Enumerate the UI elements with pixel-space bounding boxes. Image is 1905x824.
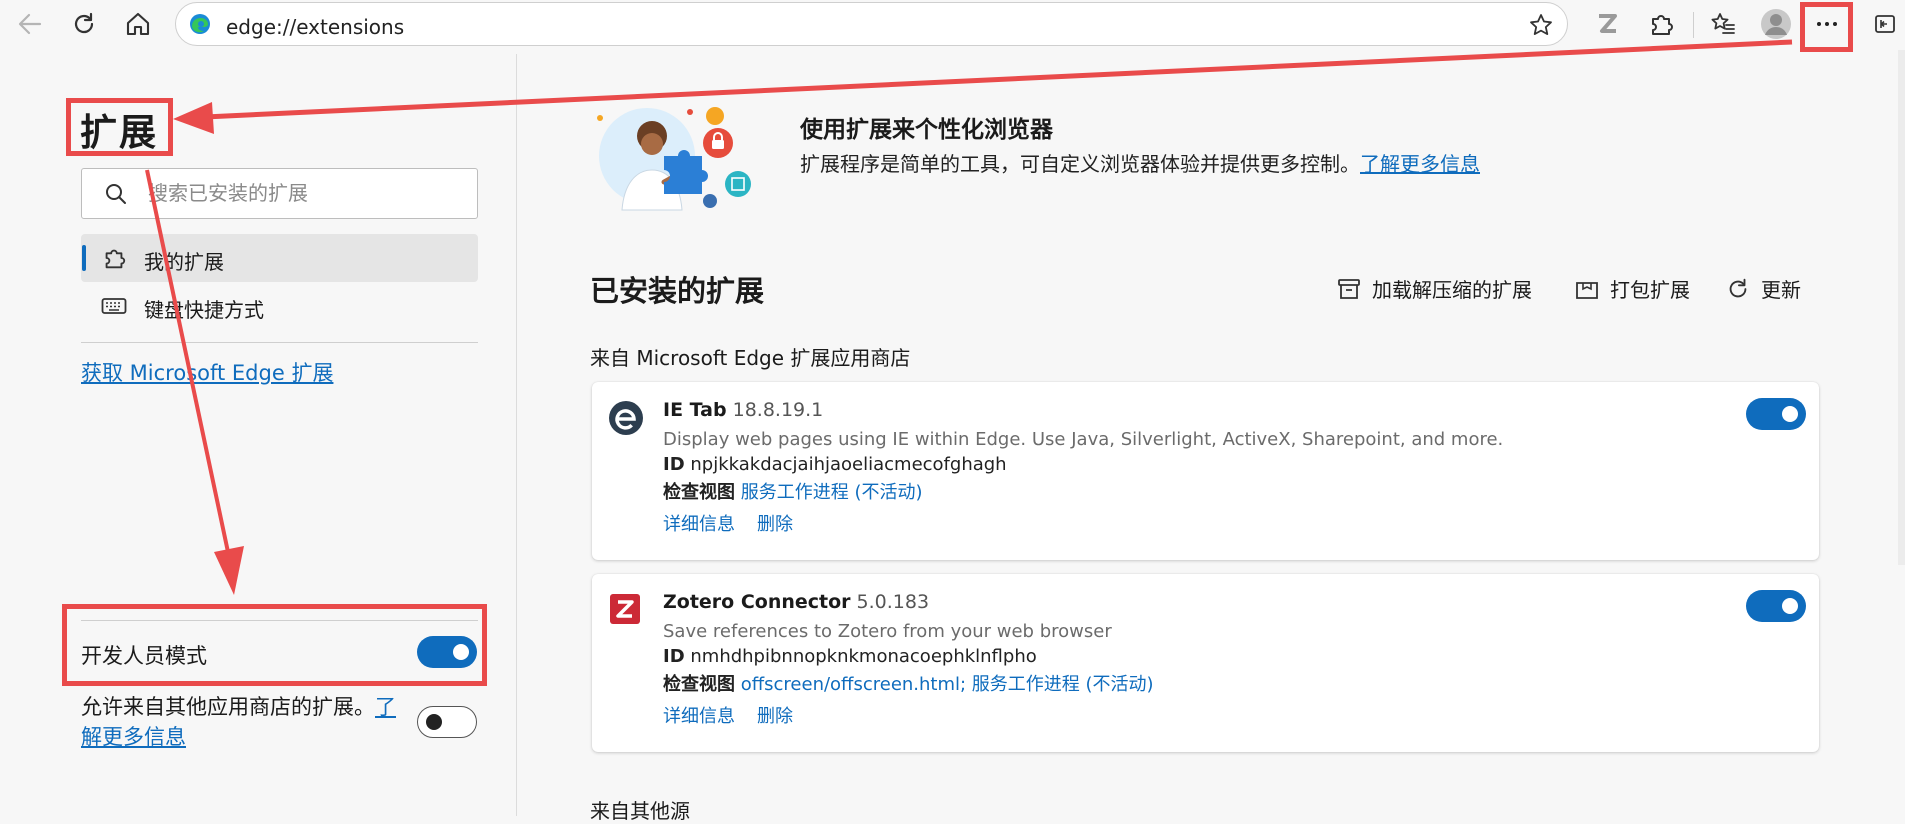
banner-learn-more-link[interactable]: 了解更多信息 xyxy=(1360,152,1480,176)
home-icon xyxy=(126,12,150,36)
pack-box-icon xyxy=(1576,281,1598,299)
toggle-knob xyxy=(1782,406,1798,422)
extension-card-ie-tab: IE Tab 18.8.19.1 Display web pages using … xyxy=(592,382,1819,560)
ie-tab-logo-icon xyxy=(609,401,643,435)
extension-description: Display web pages using IE within Edge. … xyxy=(663,429,1504,450)
id-label: ID xyxy=(663,646,685,667)
banner-description: 扩展程序是简单的工具，可自定义浏览器体验并提供更多控制。了解更多信息 xyxy=(800,148,1480,177)
refresh-icon xyxy=(1729,278,1747,297)
allow-other-stores-label: 允许来自其他应用商店的扩展。 xyxy=(81,695,375,719)
toggle-knob xyxy=(1782,598,1798,614)
details-link[interactable]: 详细信息 xyxy=(663,702,735,728)
extension-id: nmhdhpibnnopknkmonacoephklnflpho xyxy=(690,646,1037,667)
toggle-knob xyxy=(426,714,442,730)
extension-name-text: IE Tab xyxy=(663,399,727,421)
puzzle-icon xyxy=(1652,15,1673,35)
inspect-views-label: 检查视图 xyxy=(663,674,735,695)
refresh-icon xyxy=(74,12,94,34)
inspect-views-label: 检查视图 xyxy=(663,482,735,503)
pack-extension-label: 打包扩展 xyxy=(1610,278,1690,302)
banner-text: 扩展程序是简单的工具，可自定义浏览器体验并提供更多控制。 xyxy=(800,152,1360,176)
search-input[interactable] xyxy=(148,181,468,205)
extension-name-text: Zotero Connector xyxy=(663,591,851,613)
arrowhead-title xyxy=(173,102,214,134)
annotation-arrow-to-title xyxy=(204,39,1793,120)
search-icon xyxy=(106,184,126,204)
extensions-illustration xyxy=(597,107,751,211)
search-box[interactable] xyxy=(81,168,478,219)
inspect-views-link[interactable]: offscreen/offscreen.html; 服务工作进程 (不活动) xyxy=(741,674,1154,695)
banner-title: 使用扩展来个性化浏览器 xyxy=(800,117,1053,143)
get-extensions-link[interactable]: 获取 Microsoft Edge 扩展 xyxy=(81,357,333,387)
load-unpacked-label: 加载解压缩的扩展 xyxy=(1372,278,1532,302)
profile-button[interactable] xyxy=(1756,4,1796,44)
installed-extensions-heading: 已安装的扩展 xyxy=(590,274,765,308)
extensions-button[interactable] xyxy=(1641,4,1681,44)
browser-toolbar: edge://extensions xyxy=(0,0,1905,565)
update-button[interactable]: 更新 xyxy=(1725,274,1801,303)
extension-version: 5.0.183 xyxy=(856,591,930,613)
extension-actions: 详细信息 删除 xyxy=(663,702,793,728)
archive-box-icon xyxy=(1338,278,1360,299)
extension-actions: 详细信息 删除 xyxy=(663,510,793,536)
scrollbar-track[interactable] xyxy=(1898,50,1905,565)
source-heading-store: 来自 Microsoft Edge 扩展应用商店 xyxy=(590,346,911,370)
extension-enable-toggle[interactable] xyxy=(1746,398,1806,430)
zotero-logo-icon xyxy=(610,594,640,624)
back-button[interactable] xyxy=(10,4,50,44)
arrowhead-dev-mode xyxy=(214,546,244,595)
sidebar-divider xyxy=(516,54,517,816)
extension-enable-toggle[interactable] xyxy=(1746,590,1806,622)
details-link[interactable]: 详细信息 xyxy=(663,510,735,536)
home-button[interactable] xyxy=(118,4,158,44)
sidebar-toggle-button[interactable] xyxy=(1868,4,1902,44)
extension-id: npjkkakdacjaihjaoeliacmecofghagh xyxy=(690,454,1007,475)
extension-name: IE Tab 18.8.19.1 xyxy=(663,399,823,421)
annotation-box-more xyxy=(1800,2,1853,52)
extension-id-row: ID npjkkakdacjaihjaoeliacmecofghagh xyxy=(663,454,1007,475)
source-heading-other: 来自其他源 xyxy=(590,799,690,823)
extension-name: Zotero Connector 5.0.183 xyxy=(663,591,929,613)
remove-link[interactable]: 删除 xyxy=(757,702,793,728)
extension-version: 18.8.19.1 xyxy=(732,399,824,421)
toolbar-divider xyxy=(1693,12,1694,38)
favorites-button[interactable] xyxy=(1703,4,1743,44)
extension-card-zotero-connector: Zotero Connector 5.0.183 Save references … xyxy=(592,574,1819,752)
refresh-button[interactable] xyxy=(64,4,104,44)
inspect-views-row: 检查视图 服务工作进程 (不活动) xyxy=(663,478,923,504)
nav-item-my-extensions[interactable]: 我的扩展 xyxy=(81,234,478,282)
address-bar[interactable]: edge://extensions xyxy=(175,2,1568,46)
keyboard-icon xyxy=(101,298,127,314)
nav-item-keyboard-shortcuts[interactable]: 键盘快捷方式 xyxy=(81,282,478,330)
annotation-box-developer-mode xyxy=(62,604,487,686)
panel-exit-icon xyxy=(1875,15,1895,33)
url-text: edge://extensions xyxy=(226,15,405,39)
avatar-icon xyxy=(1761,9,1791,39)
id-label: ID xyxy=(663,454,685,475)
extension-description: Save references to Zotero from your web … xyxy=(663,621,1112,642)
allow-other-stores-toggle[interactable] xyxy=(417,706,477,738)
zotero-toolbar-button[interactable] xyxy=(1587,4,1627,44)
load-unpacked-button[interactable]: 加载解压缩的扩展 xyxy=(1336,274,1532,303)
favorite-star-icon[interactable] xyxy=(1528,12,1554,38)
update-label: 更新 xyxy=(1761,278,1801,302)
inspect-views-link[interactable]: 服务工作进程 (不活动) xyxy=(741,482,923,503)
remove-link[interactable]: 删除 xyxy=(757,510,793,536)
inspect-views-row: 检查视图 offscreen/offscreen.html; 服务工作进程 (不… xyxy=(663,670,1154,696)
puzzle-icon xyxy=(105,249,126,269)
nav-item-label: 键盘快捷方式 xyxy=(144,298,264,322)
pack-extension-button[interactable]: 打包扩展 xyxy=(1574,274,1690,303)
sidebar-separator xyxy=(81,342,478,343)
annotation-box-title xyxy=(66,98,173,156)
favorites-list-icon xyxy=(1711,13,1735,34)
zotero-z-icon xyxy=(1599,14,1617,33)
nav-item-label: 我的扩展 xyxy=(144,250,224,274)
back-arrow-icon xyxy=(18,13,42,35)
active-indicator xyxy=(82,245,86,271)
allow-other-stores-text: 允许来自其他应用商店的扩展。了解更多信息 xyxy=(81,692,411,752)
extension-id-row: ID nmhdhpibnnopknkmonacoephklnflpho xyxy=(663,646,1037,667)
edge-logo-icon xyxy=(190,14,210,34)
